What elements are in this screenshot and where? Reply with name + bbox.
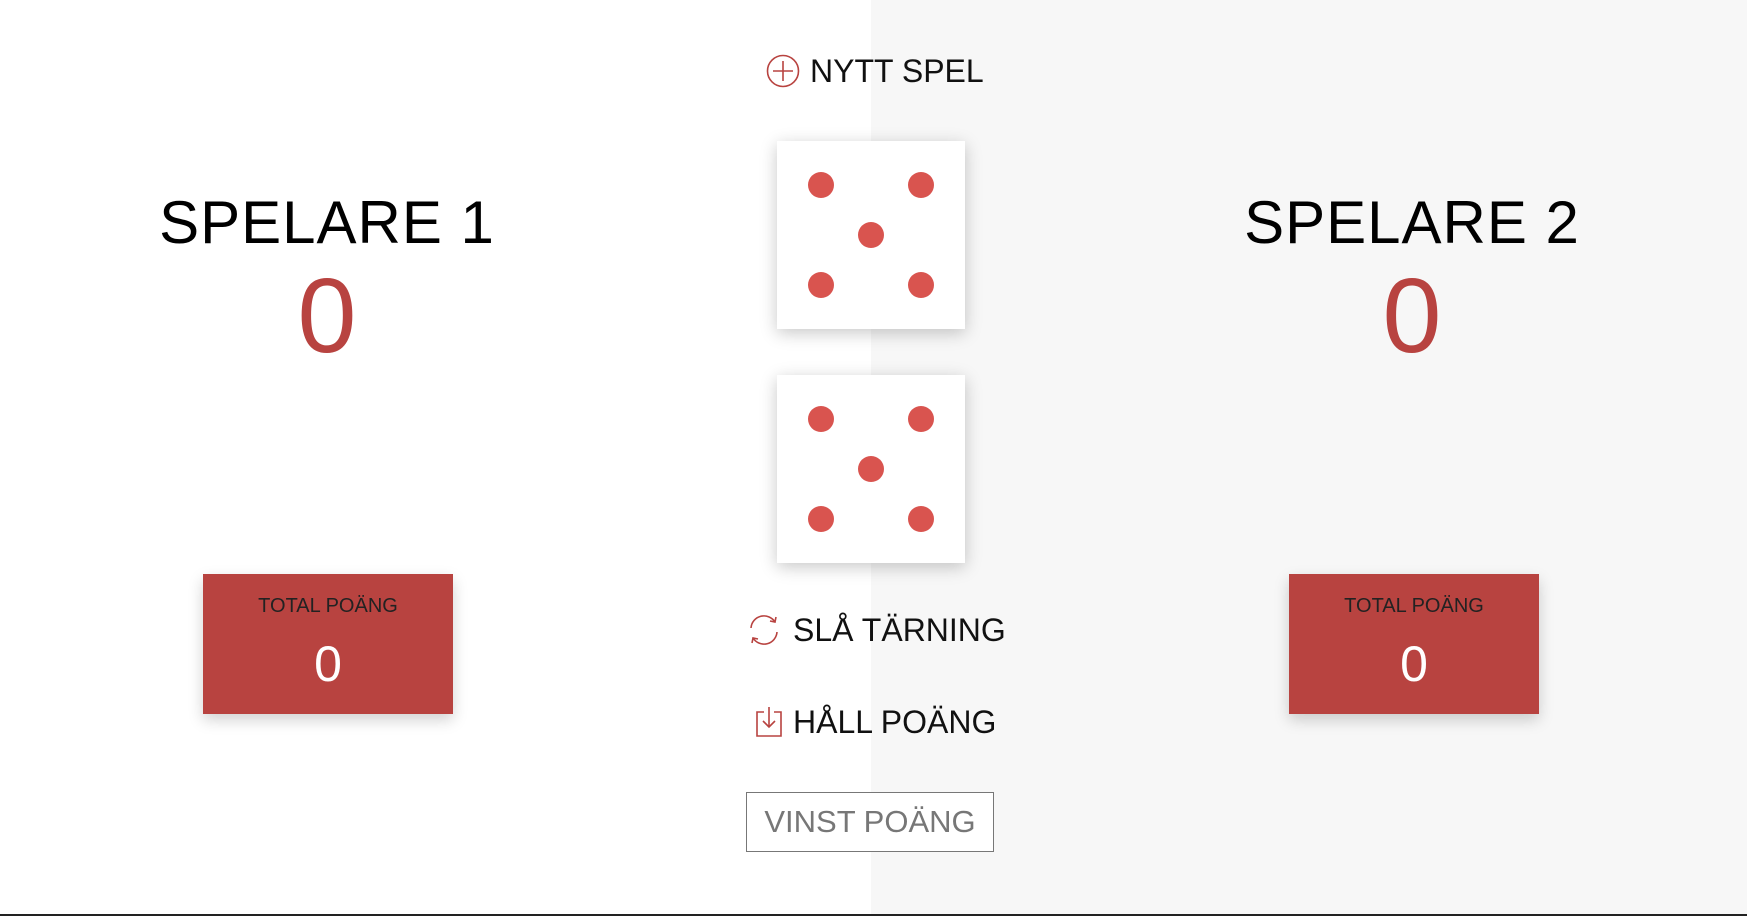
- player-1-total-score: 0: [314, 636, 342, 692]
- player-1-total-label: TOTAL POÄNG: [258, 595, 398, 617]
- die-pip: [908, 406, 934, 432]
- player-2-total-score: 0: [1400, 636, 1428, 692]
- die-pip: [858, 456, 884, 482]
- refresh-icon: [745, 612, 793, 648]
- player-2-total-box: TOTAL POÄNG 0: [1289, 574, 1539, 714]
- die-pip: [908, 272, 934, 298]
- roll-dice-button[interactable]: SLÅ TÄRNING: [745, 610, 1006, 650]
- die-pip: [808, 406, 834, 432]
- player-2-name: SPELARE 2: [1244, 189, 1580, 256]
- circle-plus-icon: [766, 54, 810, 88]
- die-pip: [808, 172, 834, 198]
- winning-score-input[interactable]: [746, 792, 994, 852]
- die-pip: [808, 272, 834, 298]
- player-1-panel: [0, 0, 871, 914]
- die-2: [777, 375, 965, 563]
- new-game-label: NYTT SPEL: [810, 53, 984, 89]
- download-icon: [755, 706, 793, 738]
- player-2-total-label: TOTAL POÄNG: [1344, 595, 1484, 617]
- player-1-total-box: TOTAL POÄNG 0: [203, 574, 453, 714]
- player-2-panel: [871, 0, 1747, 914]
- die-pip: [808, 506, 834, 532]
- die-pip: [908, 172, 934, 198]
- hold-score-label: HÅLL POÄNG: [793, 704, 997, 740]
- player-1-name: SPELARE 1: [159, 189, 495, 256]
- roll-dice-label: SLÅ TÄRNING: [793, 612, 1006, 648]
- player-1-current-score: 0: [297, 257, 357, 375]
- player-2-current-score: 0: [1382, 257, 1442, 375]
- die-pip: [858, 222, 884, 248]
- hold-score-button[interactable]: HÅLL POÄNG: [755, 702, 996, 742]
- new-game-button[interactable]: NYTT SPEL: [766, 51, 984, 91]
- die-1: [777, 141, 965, 329]
- die-pip: [908, 506, 934, 532]
